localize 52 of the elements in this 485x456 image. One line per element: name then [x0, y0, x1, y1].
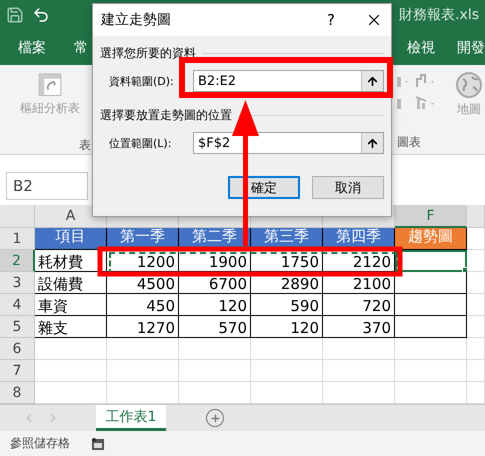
section-heading: 選擇要放置走勢圖的位置 [100, 106, 232, 124]
ribbon-tab[interactable]: 常 [74, 38, 88, 56]
header-cell: 趨勢圖 [395, 228, 467, 250]
table-cell: 耗材費 [35, 250, 107, 272]
pivot-table-icon[interactable] [36, 73, 64, 96]
collapse-button[interactable] [361, 133, 383, 153]
row-header[interactable]: 7 [0, 360, 35, 382]
ribbon-tab[interactable]: 檔案 [18, 38, 46, 56]
table-cell: 雜支 [35, 316, 107, 338]
arrow-up-icon [366, 136, 379, 150]
field-label: 位置範圍(L): [109, 136, 172, 150]
table-cell: 450 [107, 294, 179, 316]
row-header[interactable]: 6 [0, 338, 35, 360]
row-header[interactable]: 3 [0, 272, 35, 294]
field-label: 資料範圍(D): [109, 74, 175, 88]
row-header[interactable]: 2 [0, 250, 35, 272]
range-field[interactable]: $F$2 [193, 132, 384, 154]
dialog-button[interactable]: 取消 [312, 176, 384, 199]
header-cell: 項目 [35, 228, 107, 250]
add-sheet-icon[interactable] [206, 409, 224, 427]
group-label: 圖表 [397, 134, 422, 151]
cell-mode-icon[interactable] [92, 438, 104, 450]
undo-icon[interactable] [32, 6, 50, 24]
save-icon[interactable] [6, 6, 24, 24]
range-field[interactable]: B2:E2 [193, 70, 384, 92]
row-header[interactable]: 5 [0, 316, 35, 338]
table-cell: 120 [251, 316, 323, 338]
collapse-button[interactable] [361, 71, 383, 91]
dialog-title: 建立走勢圖 [101, 11, 171, 29]
row-header[interactable]: 8 [0, 382, 35, 404]
column-header[interactable]: F [395, 205, 467, 228]
table-cell: 車資 [35, 294, 107, 316]
row-header[interactable]: 1 [0, 228, 35, 250]
table-cell: 1270 [107, 316, 179, 338]
sheet-tab[interactable]: 工作表1 [96, 405, 166, 431]
arrow-up-icon [366, 74, 379, 88]
help-button[interactable]: ? [327, 11, 335, 29]
table-cell: 590 [251, 294, 323, 316]
globe-icon[interactable] [455, 71, 483, 99]
status-text: 參照儲存格 [10, 435, 70, 452]
selected-cell [395, 250, 467, 272]
ribbon-tab[interactable]: 檢視 [407, 38, 435, 56]
row-header[interactable]: 4 [0, 294, 35, 316]
group-label: 表 [79, 137, 91, 154]
table-cell: 370 [323, 316, 395, 338]
name-box[interactable]: B2 [6, 172, 88, 200]
file-name: 財務報表.xls [399, 6, 479, 24]
dialog-button[interactable]: 確定 [228, 176, 300, 199]
table-cell: 570 [179, 316, 251, 338]
table-cell: 720 [323, 294, 395, 316]
ribbon-tab[interactable]: 開發 [457, 38, 485, 56]
table-cell: 120 [179, 294, 251, 316]
